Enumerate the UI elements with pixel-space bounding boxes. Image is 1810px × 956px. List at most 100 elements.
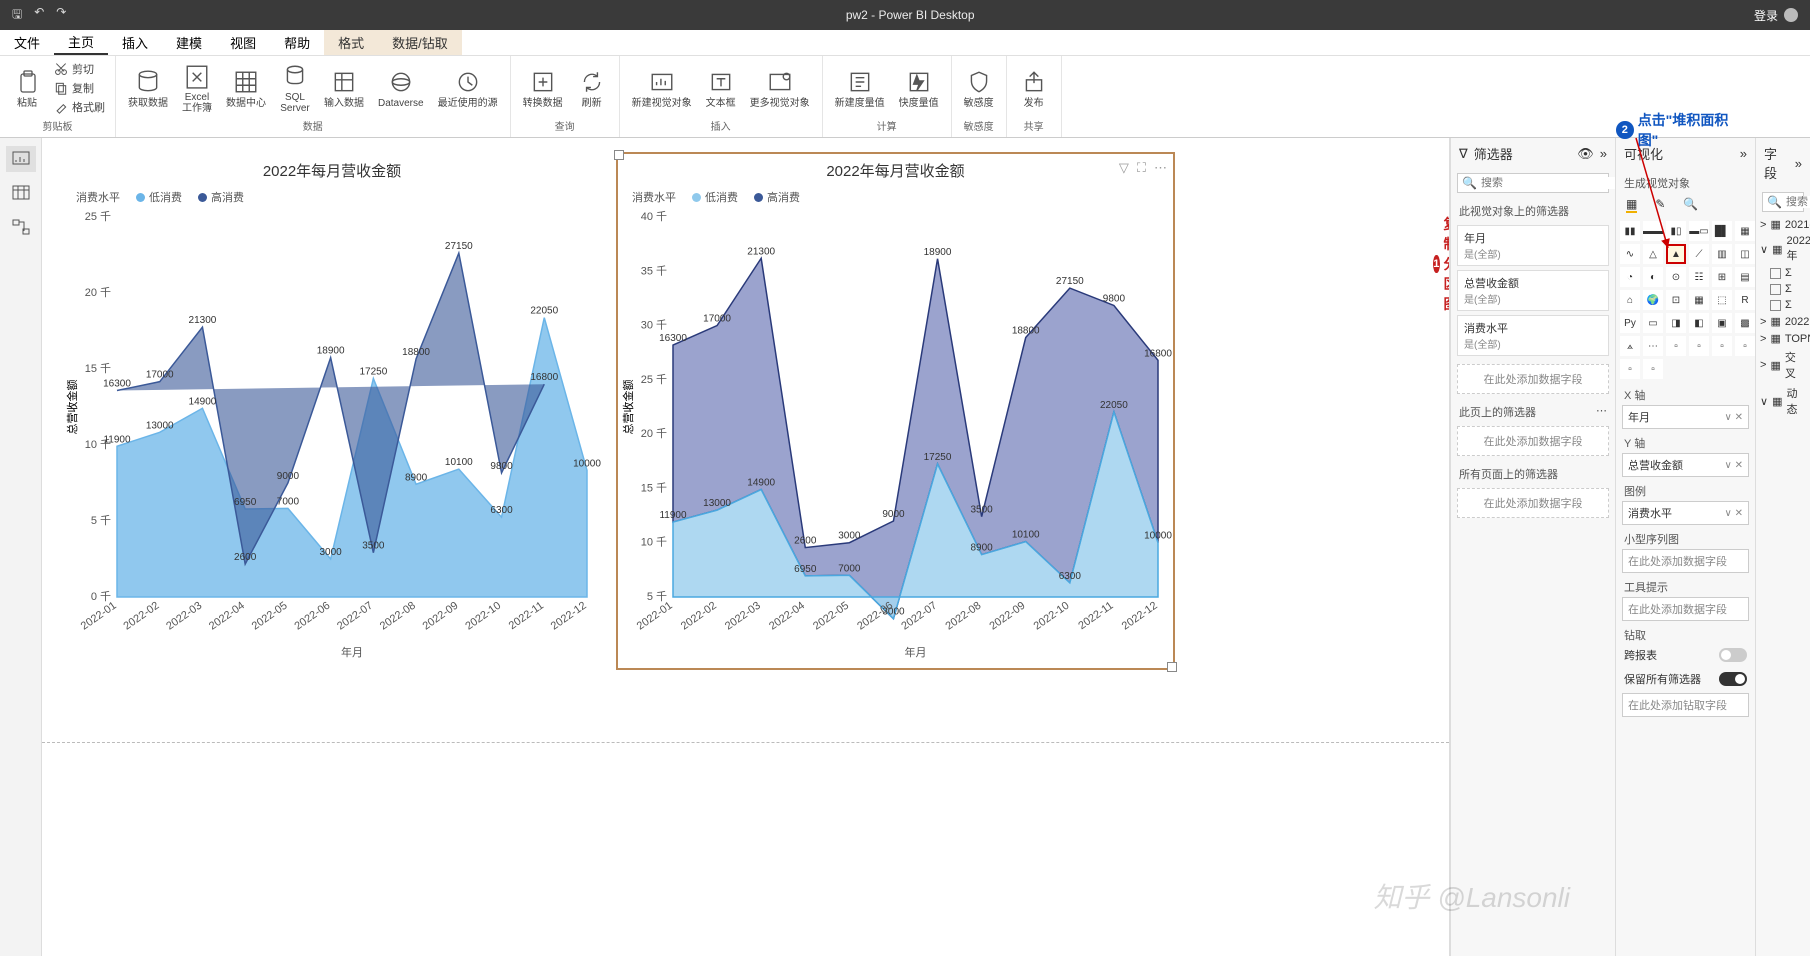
viz-type-33[interactable]: ▫ — [1689, 336, 1709, 356]
focus-icon[interactable]: ⛶ — [1137, 160, 1146, 176]
ribbon-文本框[interactable]: 文本框 — [700, 66, 742, 111]
menu-tab-主页[interactable]: 主页 — [54, 30, 108, 55]
ribbon-剪切[interactable]: 剪切 — [50, 60, 109, 78]
eye-icon[interactable]: 👁 — [1577, 146, 1594, 162]
field-table-2022年[interactable]: ∨▦2022年 — [1756, 233, 1810, 265]
viz-type-13[interactable]: ◐ — [1643, 267, 1663, 287]
viz-type-0[interactable]: ▮▮ — [1620, 221, 1640, 241]
viz-type-21[interactable]: ▦ — [1689, 290, 1709, 310]
viz-type-14[interactable]: ⊙ — [1666, 267, 1686, 287]
viz-type-31[interactable]: ⋯ — [1643, 336, 1663, 356]
viz-type-12[interactable]: ◔ — [1620, 267, 1640, 287]
ribbon-粘贴[interactable]: 粘贴 — [6, 66, 48, 111]
viz-type-28[interactable]: ▣ — [1712, 313, 1732, 333]
filter-card-消费水平[interactable]: 消费水平是(全部) — [1457, 315, 1609, 356]
area-chart-1[interactable]: 2022年每月营收金额 消费水平 低消费 高消费 0 千5 千10 千15 千2… — [62, 154, 602, 664]
viz-type-3[interactable]: ▬▭ — [1689, 221, 1709, 241]
format-visual-icon[interactable]: ✎ — [1655, 197, 1665, 213]
viz-type-10[interactable]: ▥ — [1712, 244, 1732, 264]
ribbon-Dataverse[interactable]: Dataverse — [372, 66, 430, 111]
viz-type-24[interactable]: Py — [1620, 313, 1640, 333]
viz-type-25[interactable]: ▭ — [1643, 313, 1663, 333]
field-table-TOPN[interactable]: >▦TOPN — [1756, 330, 1810, 347]
ribbon-快度量值[interactable]: 快度量值 — [893, 66, 945, 111]
ribbon-敏感度[interactable]: 敏感度 — [958, 66, 1000, 111]
menu-tab-数据/钻取[interactable]: 数据/钻取 — [378, 30, 462, 55]
menu-tab-帮助[interactable]: 帮助 — [270, 30, 324, 55]
xaxis-well[interactable]: 年月∨ ✕ — [1622, 405, 1749, 429]
ribbon-转换数据[interactable]: 转换数据 — [517, 66, 569, 111]
viz-type-23[interactable]: R — [1735, 290, 1755, 310]
ribbon-数据中心[interactable]: 数据中心 — [220, 66, 272, 111]
model-view-icon[interactable] — [6, 214, 36, 240]
filter-search[interactable]: 🔍 — [1457, 173, 1609, 193]
viz-type-36[interactable]: ▫ — [1620, 359, 1640, 379]
ribbon-刷新[interactable]: 刷新 — [571, 66, 613, 111]
viz-type-26[interactable]: ◨ — [1666, 313, 1686, 333]
smallmult-well[interactable]: 在此处添加数据字段 — [1622, 549, 1749, 573]
stacked-area-chart-2[interactable]: ▽ ⛶ ⋯ 2022年每月营收金额 消费水平 低消费 高消费 1 复制分区图 5… — [618, 154, 1173, 668]
viz-type-4[interactable]: █▌ — [1712, 221, 1732, 241]
viz-type-8[interactable]: ▲ — [1666, 244, 1686, 264]
viz-type-29[interactable]: ▩ — [1735, 313, 1755, 333]
viz-type-1[interactable]: ▬▬ — [1643, 221, 1663, 241]
data-view-icon[interactable] — [6, 180, 36, 206]
analytics-icon[interactable]: 🔍 — [1683, 197, 1698, 213]
viz-type-27[interactable]: ◧ — [1689, 313, 1709, 333]
ribbon-新建视觉对象[interactable]: 新建视觉对象 — [626, 66, 698, 111]
fields-search[interactable]: 🔍 — [1762, 192, 1804, 212]
filter-card-年月[interactable]: 年月是(全部) — [1457, 225, 1609, 266]
filter-icon[interactable]: ▽ — [1119, 160, 1129, 176]
filter-card-总营收金额[interactable]: 总营收金额是(全部) — [1457, 270, 1609, 311]
field-table-2022E[interactable]: >▦2022E — [1756, 313, 1810, 330]
build-visual-icon[interactable]: ▦ — [1626, 197, 1637, 213]
tooltip-well[interactable]: 在此处添加数据字段 — [1622, 597, 1749, 621]
viz-type-19[interactable]: 🌍 — [1643, 290, 1663, 310]
menu-tab-格式[interactable]: 格式 — [324, 30, 378, 55]
save-icon[interactable]: 🖫 — [12, 5, 22, 26]
legend-well[interactable]: 消费水平∨ ✕ — [1622, 501, 1749, 525]
keep-filters-toggle[interactable] — [1719, 672, 1747, 686]
ribbon-复制[interactable]: 复制 — [50, 79, 109, 97]
viz-type-34[interactable]: ▫ — [1712, 336, 1732, 356]
viz-type-37[interactable]: ▫ — [1643, 359, 1663, 379]
field-table-动态[interactable]: ∨▦动态 — [1756, 383, 1810, 419]
field-table-2021-[interactable]: >▦2021- — [1756, 216, 1810, 233]
field-table-交叉[interactable]: >▦交叉 — [1756, 347, 1810, 383]
login-button[interactable]: 登录 — [1742, 7, 1810, 24]
viz-type-30[interactable]: ⟑ — [1620, 336, 1640, 356]
report-canvas[interactable]: 2022年每月营收金额 消费水平 低消费 高消费 0 千5 千10 千15 千2… — [42, 138, 1450, 956]
report-view-icon[interactable] — [6, 146, 36, 172]
menu-tab-建模[interactable]: 建模 — [162, 30, 216, 55]
filter-drop-zone[interactable]: 在此处添加数据字段 — [1457, 488, 1609, 518]
cross-report-toggle[interactable] — [1719, 648, 1747, 662]
viz-type-17[interactable]: ▤ — [1735, 267, 1755, 287]
viz-type-16[interactable]: ⊞ — [1712, 267, 1732, 287]
ribbon-Excel工作簿[interactable]: Excel工作簿 — [176, 60, 218, 116]
ribbon-新建度量值[interactable]: 新建度量值 — [829, 66, 891, 111]
ribbon-输入数据[interactable]: 输入数据 — [318, 66, 370, 111]
ribbon-最近使用的源[interactable]: 最近使用的源 — [432, 66, 504, 111]
ribbon-格式刷[interactable]: 格式刷 — [50, 98, 109, 116]
filter-drop-zone[interactable]: 在此处添加数据字段 — [1457, 364, 1609, 394]
viz-type-7[interactable]: △ — [1643, 244, 1663, 264]
filter-drop-zone[interactable]: 在此处添加数据字段 — [1457, 426, 1609, 456]
viz-type-20[interactable]: ⊡ — [1666, 290, 1686, 310]
ribbon-更多视觉对象[interactable]: 更多视觉对象 — [744, 66, 816, 111]
viz-type-35[interactable]: ▫ — [1735, 336, 1755, 356]
viz-type-9[interactable]: ⟋ — [1689, 244, 1709, 264]
menu-tab-视图[interactable]: 视图 — [216, 30, 270, 55]
viz-type-2[interactable]: ▮▯ — [1666, 221, 1686, 241]
viz-type-32[interactable]: ▫ — [1666, 336, 1686, 356]
ribbon-SQLServer[interactable]: SQLServer — [274, 60, 316, 116]
redo-icon[interactable]: ↷ — [56, 5, 66, 26]
viz-type-11[interactable]: ◫ — [1735, 244, 1755, 264]
collapse-icon[interactable]: » — [1600, 146, 1607, 161]
viz-type-6[interactable]: ∿ — [1620, 244, 1640, 264]
yaxis-well[interactable]: 总营收金额∨ ✕ — [1622, 453, 1749, 477]
viz-type-18[interactable]: ⌂ — [1620, 290, 1640, 310]
drill-well[interactable]: 在此处添加钻取字段 — [1622, 693, 1749, 717]
menu-tab-文件[interactable]: 文件 — [0, 30, 54, 55]
viz-type-15[interactable]: ☷ — [1689, 267, 1709, 287]
viz-type-22[interactable]: ⬚ — [1712, 290, 1732, 310]
